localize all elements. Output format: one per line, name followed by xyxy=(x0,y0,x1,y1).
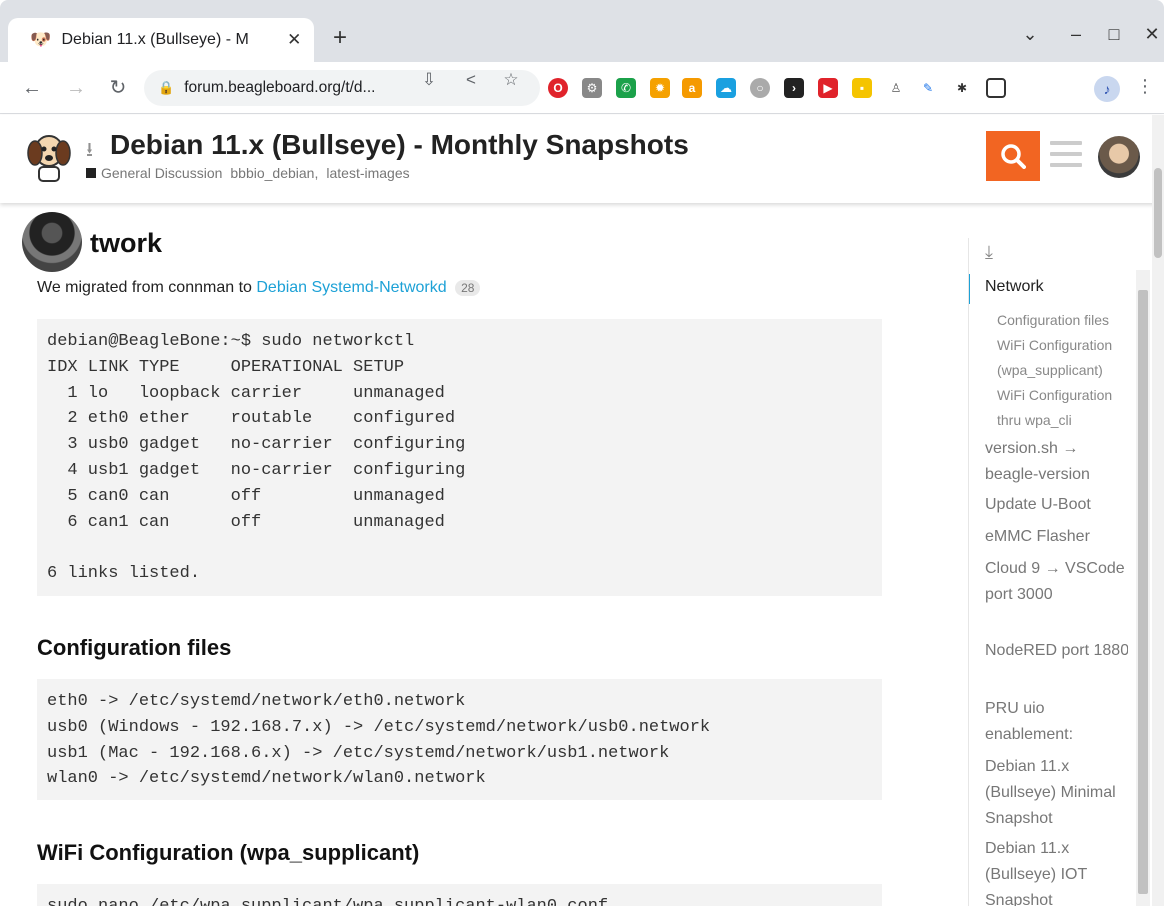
user-avatar[interactable] xyxy=(1098,136,1140,178)
pin-icon: ⭳ xyxy=(86,139,93,161)
phone-extension-icon[interactable]: ✆ xyxy=(616,78,636,98)
search-icon xyxy=(1001,144,1026,169)
tab-search-icon[interactable]: ⌄ xyxy=(1016,24,1044,45)
toc-item-wifi-wpa-supplicant[interactable]: WiFi Configuration (wpa_supplicant) xyxy=(997,333,1128,382)
feather-extension-icon[interactable]: ✎ xyxy=(918,78,938,98)
url-text[interactable]: forum.beagleboard.org/t/d... xyxy=(184,79,375,97)
new-tab-button[interactable]: + xyxy=(326,24,354,52)
browser-toolbar: ← → ↻ 🔒 forum.beagleboard.org/t/d... ⇩ <… xyxy=(0,62,1164,114)
profile-avatar[interactable]: ♪ xyxy=(1094,76,1120,102)
intro-text: We migrated from connman to xyxy=(37,279,252,296)
tag-link[interactable]: bbbio_debian, xyxy=(230,165,318,181)
toc-scrollbar-thumb[interactable] xyxy=(1138,290,1148,894)
section-heading-config-files: Configuration files xyxy=(37,635,232,660)
side-panel-icon[interactable] xyxy=(986,78,1006,98)
person-extension-icon[interactable]: ♙ xyxy=(886,78,906,98)
browser-menu-icon[interactable]: ⋮ xyxy=(1136,76,1154,97)
toc-item-pru-uio[interactable]: PRU uio enablement: xyxy=(985,696,1128,748)
amazon-extension-icon[interactable]: a xyxy=(682,78,702,98)
notes-extension-icon[interactable]: ▪ xyxy=(852,78,872,98)
beagle-logo-icon[interactable] xyxy=(26,129,72,185)
topic-title[interactable]: Debian 11.x (Bullseye) - Monthly Snapsho… xyxy=(110,129,689,161)
youtube-extension-icon[interactable]: ▶ xyxy=(818,78,838,98)
close-window-icon[interactable]: ✕ xyxy=(1138,24,1164,45)
toc-item-network[interactable]: Network xyxy=(985,274,1128,300)
settings-extension-icon[interactable]: ⚙ xyxy=(582,78,602,98)
toc-active-indicator xyxy=(969,274,970,304)
reload-icon[interactable]: ↻ xyxy=(104,74,132,102)
link-click-count: 28 xyxy=(455,280,481,296)
code-block-networkctl: debian@BeagleBone:~$ sudo networkctl IDX… xyxy=(37,319,882,596)
back-icon[interactable]: ← xyxy=(18,74,46,102)
toc-download-icon[interactable]: ⤓ xyxy=(985,242,993,263)
maximize-icon[interactable]: □ xyxy=(1100,24,1128,45)
tab-close-icon[interactable]: ✕ xyxy=(284,30,304,50)
opera-extension-icon[interactable]: O xyxy=(548,78,568,98)
share-icon[interactable]: < xyxy=(460,70,482,90)
extensions-puzzle-icon[interactable]: ✱ xyxy=(952,78,972,98)
toc-item-emmc-flasher[interactable]: eMMC Flasher xyxy=(985,524,1128,550)
code-block-config-files: eth0 -> /etc/systemd/network/eth0.networ… xyxy=(37,679,882,800)
forward-icon[interactable]: → xyxy=(62,74,90,102)
minimize-icon[interactable]: – xyxy=(1062,24,1090,45)
topic-category-row: General Discussion bbbio_debian, latest-… xyxy=(86,165,418,181)
browser-tab[interactable]: 🐶 Debian 11.x (Bullseye) - M ✕ xyxy=(8,18,314,62)
networkd-link[interactable]: Debian Systemd-Networkd xyxy=(256,279,446,296)
section-heading-wifi: WiFi Configuration (wpa_supplicant) xyxy=(37,840,420,865)
toc-item-minimal-snapshot[interactable]: Debian 11.x (Bullseye) Minimal Snapshot xyxy=(985,754,1128,832)
toc-item-config-files[interactable]: Configuration files xyxy=(997,308,1128,333)
bookmark-star-icon[interactable]: ☆ xyxy=(500,70,522,90)
search-button[interactable] xyxy=(986,131,1040,181)
sun-extension-icon[interactable]: ✹ xyxy=(650,78,670,98)
install-app-icon[interactable]: ⇩ xyxy=(418,70,440,90)
site-header: ⭳ Debian 11.x (Bullseye) - Monthly Snaps… xyxy=(0,115,1164,203)
toc-item-update-uboot[interactable]: Update U-Boot xyxy=(985,492,1128,518)
beagle-favicon-icon: 🐶 xyxy=(30,30,52,49)
code-block-wpa: sudo nano /etc/wpa_supplicant/wpa_suppli… xyxy=(37,884,882,906)
toc-item-version-sh[interactable]: version.sh → beagle-version xyxy=(985,436,1128,488)
section-heading-network: twork xyxy=(90,228,163,258)
category-color-icon xyxy=(86,168,96,178)
toc-item-iot-snapshot[interactable]: Debian 11.x (Bullseye) IOT Snapshot xyxy=(985,836,1128,906)
tab-title: Debian 11.x (Bullseye) - M xyxy=(61,31,249,48)
tag-link[interactable]: latest-images xyxy=(326,165,409,181)
toc-item-nodered[interactable]: NodeRED port 1880 xyxy=(985,638,1128,664)
intro-paragraph: We migrated from connman to Debian Syste… xyxy=(37,279,481,297)
cloud-extension-icon[interactable]: ☁ xyxy=(716,78,736,98)
page-scrollbar-thumb[interactable] xyxy=(1154,168,1162,258)
hamburger-menu-icon[interactable] xyxy=(1050,141,1082,174)
lock-icon[interactable]: 🔒 xyxy=(158,80,174,96)
toc-item-cloud9[interactable]: Cloud 9 → VSCode port 3000 xyxy=(985,556,1128,608)
circle-extension-icon[interactable]: ○ xyxy=(750,78,770,98)
table-of-contents: ⤓ Network Configuration files WiFi Confi… xyxy=(968,238,1128,906)
terminal-extension-icon[interactable]: › xyxy=(784,78,804,98)
category-link[interactable]: General Discussion xyxy=(101,165,222,181)
tab-strip: 🐶 Debian 11.x (Bullseye) - M ✕ + ⌄ – □ ✕ xyxy=(0,0,1164,62)
author-avatar[interactable] xyxy=(22,212,82,272)
toc-item-wifi-wpa-cli[interactable]: WiFi Configuration thru wpa_cli xyxy=(997,383,1128,432)
